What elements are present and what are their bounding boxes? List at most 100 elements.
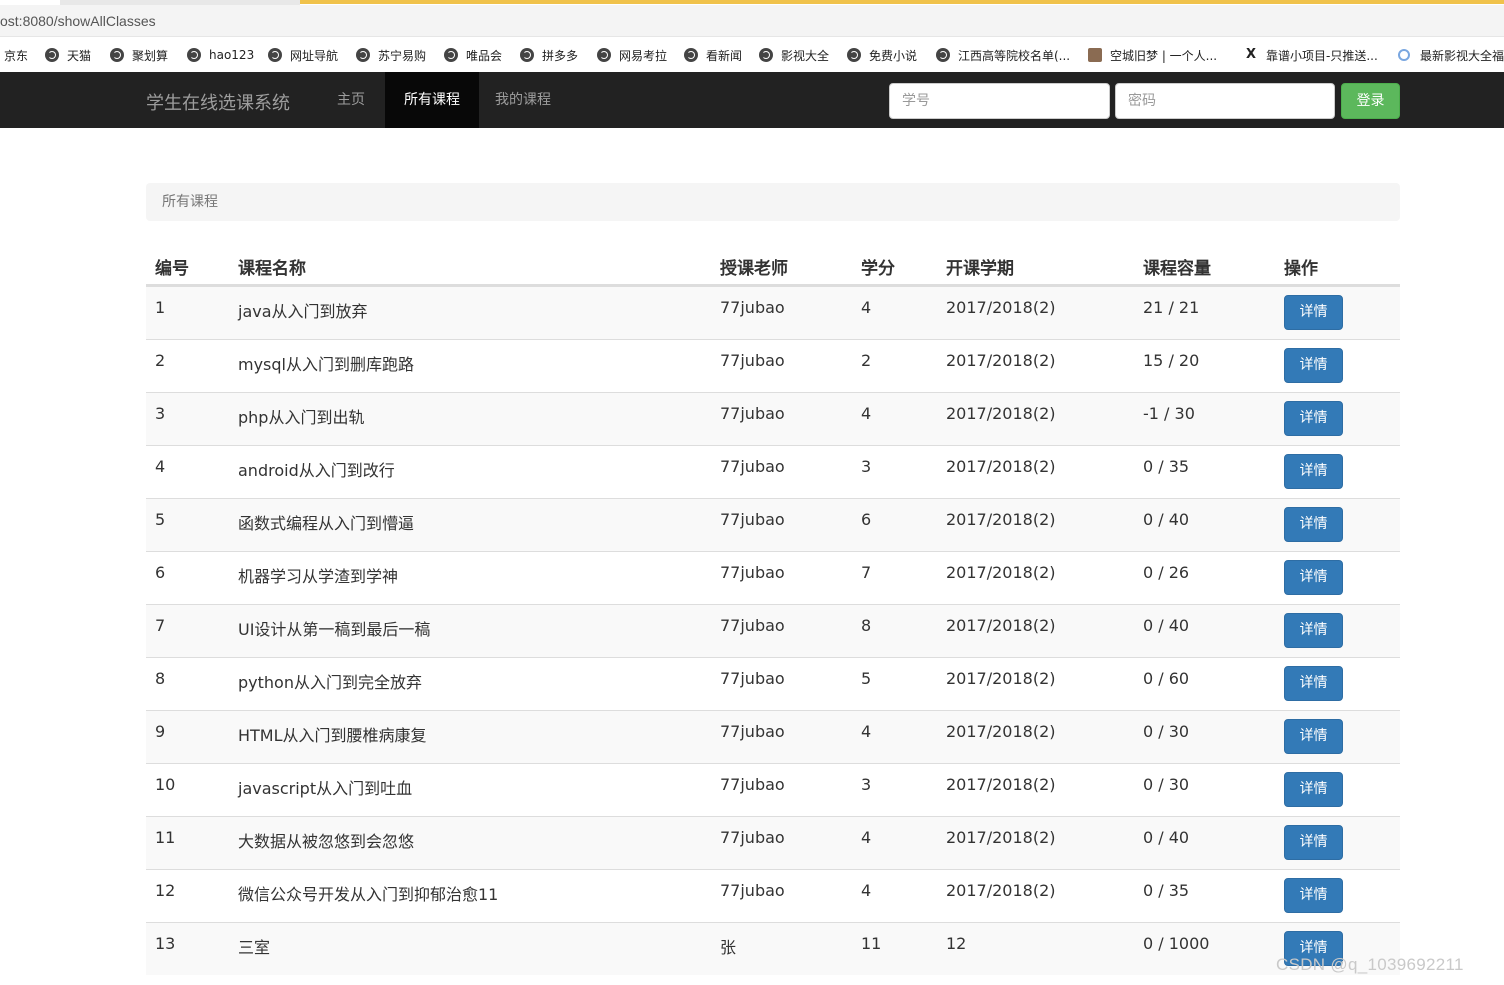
globe-icon <box>936 48 950 62</box>
cell-teacher: 77jubao <box>720 457 785 476</box>
cell-term: 2017/2018(2) <box>946 563 1056 582</box>
cell-teacher: 77jubao <box>720 881 785 900</box>
table-row: 2 mysql从入门到删库跑路 77jubao 2 2017/2018(2) 15 / 2… <box>146 339 1400 392</box>
header-credit: 学分 <box>861 259 895 279</box>
nav-home[interactable]: 主页 <box>321 72 381 128</box>
bookmark-item[interactable]: 江西高等院校名单(... <box>936 47 1070 63</box>
globe-icon <box>684 48 698 62</box>
cell-course-name: HTML从入门到腰椎病康复 <box>238 726 427 745</box>
bookmark-label: 聚划算 <box>132 48 169 63</box>
detail-button[interactable]: 详情 <box>1284 772 1343 807</box>
cell-credit: 4 <box>861 881 872 900</box>
detail-button[interactable]: 详情 <box>1284 719 1343 754</box>
bookmark-item[interactable]: X 靠谱小项目-只推送... <box>1244 47 1378 63</box>
login-button[interactable]: 登录 <box>1341 83 1400 119</box>
cell-id: 11 <box>155 828 176 847</box>
header-course-name: 课程名称 <box>238 259 306 279</box>
cell-term: 2017/2018(2) <box>946 404 1056 423</box>
cell-credit: 8 <box>861 616 872 635</box>
bookmark-label: hao123 <box>209 48 255 62</box>
cell-credit: 6 <box>861 510 872 529</box>
bookmark-item[interactable]: 唯品会 <box>444 47 502 63</box>
bookmark-item[interactable]: 影视大全 <box>759 47 829 63</box>
bookmark-item[interactable]: hao123 <box>187 47 254 63</box>
cell-capacity: 0 / 40 <box>1143 828 1190 847</box>
table-row: 10 javascript从入门到吐血 77jubao 3 2017/2018(2) 0 … <box>146 763 1400 816</box>
cell-teacher: 77jubao <box>720 298 785 317</box>
detail-button[interactable]: 详情 <box>1284 613 1343 648</box>
table-row: 11 大数据从被忽悠到会忽悠 77jubao 4 2017/2018(2) 0 / 40 详… <box>146 816 1400 869</box>
globe-icon <box>187 48 201 62</box>
bookmark-item[interactable]: 看新闻 <box>684 47 742 63</box>
header-term: 开课学期 <box>946 259 1014 279</box>
cell-capacity: 0 / 40 <box>1143 510 1190 529</box>
cell-id: 8 <box>155 669 166 688</box>
detail-button[interactable]: 详情 <box>1284 348 1343 383</box>
bookmark-item[interactable]: 拼多多 <box>520 47 578 63</box>
detail-button[interactable]: 详情 <box>1284 295 1343 330</box>
watermark: CSDN @q_1039692211 <box>1276 955 1464 974</box>
globe-icon <box>520 48 534 62</box>
detail-button[interactable]: 详情 <box>1284 825 1343 860</box>
cell-id: 4 <box>155 457 166 476</box>
cell-course-name: 三室 <box>238 938 271 957</box>
breadcrumb: 所有课程 <box>146 183 1400 221</box>
cell-id: 5 <box>155 510 166 529</box>
bookmark-item[interactable]: 空城旧梦 | 一个人... <box>1088 47 1217 63</box>
nav-all-courses[interactable]: 所有课程 <box>385 72 479 128</box>
cell-credit: 3 <box>861 775 872 794</box>
bowl-icon <box>1398 49 1410 61</box>
detail-button[interactable]: 详情 <box>1284 507 1343 542</box>
cell-term: 2017/2018(2) <box>946 828 1056 847</box>
detail-button[interactable]: 详情 <box>1284 560 1343 595</box>
globe-icon <box>110 48 124 62</box>
globe-icon <box>847 48 861 62</box>
header-capacity: 课程容量 <box>1143 259 1211 279</box>
cell-course-name: mysql从入门到删库跑路 <box>238 355 414 374</box>
cell-term: 2017/2018(2) <box>946 457 1056 476</box>
bookmark-item[interactable]: 苏宁易购 <box>356 47 426 63</box>
top-navbar: 学生在线选课系统 主页 所有课程 我的课程 学号 密码 登录 <box>0 72 1504 128</box>
globe-icon <box>597 48 611 62</box>
cell-course-name: 微信公众号开发从入门到抑郁治愈11 <box>238 885 499 904</box>
cell-id: 10 <box>155 775 176 794</box>
table-row: 6 机器学习从学渣到学神 77jubao 7 2017/2018(2) 0 / 26 详情 <box>146 551 1400 604</box>
detail-button[interactable]: 详情 <box>1284 401 1343 436</box>
bookmark-item[interactable]: 京东 <box>4 47 28 63</box>
cell-course-name: 机器学习从学渣到学神 <box>238 567 399 586</box>
cell-capacity: -1 / 30 <box>1143 404 1195 423</box>
detail-button[interactable]: 详情 <box>1284 666 1343 701</box>
cell-capacity: 0 / 35 <box>1143 881 1190 900</box>
bookmark-item[interactable]: 网址导航 <box>268 47 338 63</box>
cell-credit: 5 <box>861 669 872 688</box>
address-bar[interactable]: ost:8080/showAllClasses <box>0 5 1504 37</box>
bookmark-item[interactable]: 最新影视大全福 <box>1398 47 1504 63</box>
detail-button[interactable]: 详情 <box>1284 454 1343 489</box>
password-input[interactable]: 密码 <box>1115 83 1335 119</box>
cell-id: 6 <box>155 563 166 582</box>
cell-course-name: php从入门到出轨 <box>238 408 365 427</box>
address-url[interactable]: ost:8080/showAllClasses <box>0 13 156 29</box>
table-row: 12 微信公众号开发从入门到抑郁治愈11 77jubao 4 2017/2018(2) 0… <box>146 869 1400 922</box>
bookmark-item[interactable]: 免费小说 <box>847 47 917 63</box>
cell-capacity: 0 / 30 <box>1143 775 1190 794</box>
brand-title[interactable]: 学生在线选课系统 <box>146 89 290 115</box>
cell-capacity: 0 / 40 <box>1143 616 1190 635</box>
cell-term: 2017/2018(2) <box>946 298 1056 317</box>
bookmark-label: 网易考拉 <box>619 48 668 63</box>
bookmark-label: 京东 <box>4 48 29 63</box>
globe-icon <box>356 48 370 62</box>
cell-credit: 4 <box>861 404 872 423</box>
bookmark-item[interactable]: 天猫 <box>45 47 91 63</box>
table-row: 9 HTML从入门到腰椎病康复 77jubao 4 2017/2018(2) 0 / 30… <box>146 710 1400 763</box>
student-id-input[interactable]: 学号 <box>889 83 1110 119</box>
bookmark-item[interactable]: 网易考拉 <box>597 47 667 63</box>
detail-button[interactable]: 详情 <box>1284 878 1343 913</box>
nav-my-courses[interactable]: 我的课程 <box>479 72 567 128</box>
bookmark-label: 免费小说 <box>869 48 918 63</box>
cell-credit: 4 <box>861 828 872 847</box>
table-row: 3 php从入门到出轨 77jubao 4 2017/2018(2) -1 / 30 详情 <box>146 392 1400 445</box>
globe-icon <box>45 48 59 62</box>
bookmark-item[interactable]: 聚划算 <box>110 47 168 63</box>
cell-teacher: 77jubao <box>720 616 785 635</box>
